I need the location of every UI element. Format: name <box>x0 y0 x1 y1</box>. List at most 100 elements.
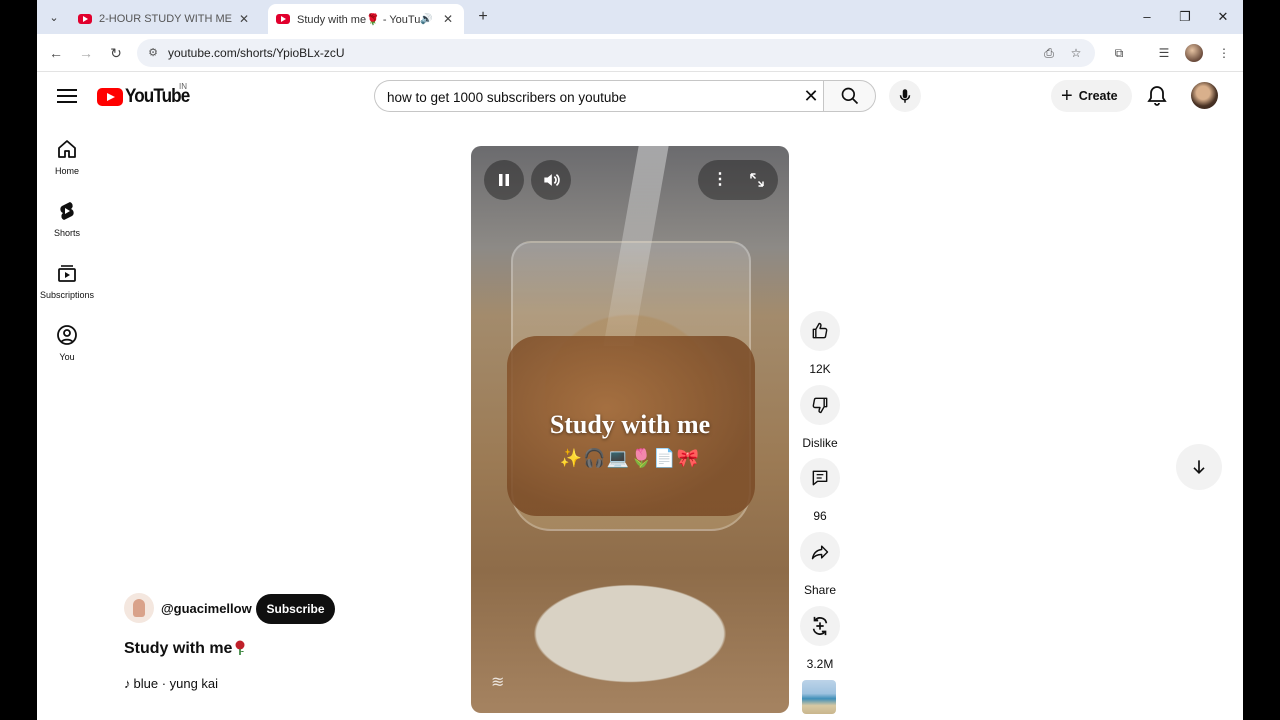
sidebar-item-you[interactable]: You <box>37 323 97 362</box>
browser-menu-icon[interactable]: ⋮ <box>1214 43 1234 63</box>
search-icon <box>841 87 858 105</box>
tab-strip: ⌄ 2-HOUR STUDY WITH ME | Rel ✕ Study wit… <box>37 0 1243 34</box>
browser-window: ⌄ 2-HOUR STUDY WITH ME | Rel ✕ Study wit… <box>37 0 1243 720</box>
sidebar-item-shorts[interactable]: Shorts <box>37 199 97 238</box>
browser-tab-inactive[interactable]: 2-HOUR STUDY WITH ME | Rel ✕ <box>70 4 260 34</box>
speaker-icon[interactable]: 🔊 <box>420 14 434 25</box>
capcut-watermark-icon: ≋ <box>491 674 505 691</box>
media-controls-icon[interactable]: ☰ <box>1154 43 1174 63</box>
search-box[interactable]: ✕ <box>374 80 825 112</box>
dislike-label: Dislike <box>802 436 838 450</box>
comments-button[interactable] <box>800 458 840 498</box>
sidebar-item-subscriptions[interactable]: Subscriptions <box>37 261 97 300</box>
profile-avatar[interactable] <box>1185 44 1203 62</box>
youtube-masthead: YouTube IN ✕ + Create <box>37 72 1243 120</box>
tab-close-icon[interactable]: ✕ <box>236 12 252 26</box>
search-button[interactable] <box>823 80 876 112</box>
subscribe-button[interactable]: Subscribe <box>256 594 335 624</box>
sidebar-item-label: You <box>59 352 75 362</box>
remix-action[interactable]: 3.2M <box>800 606 840 671</box>
fullscreen-icon[interactable] <box>748 171 766 189</box>
bookmark-star-icon[interactable]: ☆ <box>1067 44 1085 62</box>
comments-action[interactable]: 96 <box>800 458 840 523</box>
share-button[interactable] <box>800 532 840 572</box>
back-button[interactable]: ← <box>45 42 67 64</box>
share-action[interactable]: Share <box>800 532 840 597</box>
notifications-bell-icon[interactable] <box>1145 84 1169 108</box>
subscriptions-icon <box>58 265 76 282</box>
channel-handle[interactable]: @guacimellow <box>161 601 252 616</box>
plus-icon: + <box>1061 85 1073 107</box>
pause-icon <box>499 174 509 186</box>
tab-close-icon[interactable]: ✕ <box>440 12 456 26</box>
microphone-icon <box>899 89 911 103</box>
install-app-icon[interactable]: ⎙ <box>1040 44 1058 62</box>
youtube-favicon-icon <box>78 14 92 24</box>
user-avatar[interactable] <box>1191 82 1218 109</box>
arrow-down-icon <box>1193 460 1205 475</box>
sidebar-item-home[interactable]: Home <box>37 137 97 176</box>
player-menu-group: ⋮ <box>698 160 778 200</box>
comment-icon <box>812 470 828 486</box>
address-bar[interactable]: ⚙ youtube.com/shorts/YpioBLx-zcU ⎙ ☆ <box>137 39 1095 67</box>
sidebar-item-label: Home <box>54 166 79 176</box>
dislike-action[interactable]: Dislike <box>800 385 840 450</box>
sidebar-item-label: Subscriptions <box>39 290 95 300</box>
shorts-icon <box>60 202 74 220</box>
url-text[interactable]: youtube.com/shorts/YpioBLx-zcU <box>168 46 345 60</box>
video-overlay-emoji: ✨🎧💻🌷📄🎀 <box>559 448 701 468</box>
video-title[interactable]: Study with me <box>124 640 246 658</box>
remix-thumbnail[interactable] <box>802 680 836 714</box>
volume-icon <box>544 173 560 187</box>
new-tab-button[interactable]: + <box>473 7 493 27</box>
channel-avatar[interactable] <box>124 593 154 623</box>
music-title: blue · yung kai <box>133 676 219 691</box>
youtube-logo[interactable]: YouTube IN <box>97 82 196 108</box>
browser-tab-active[interactable]: Study with me🌹 - YouTube 🔊 ✕ <box>268 4 464 34</box>
search-input[interactable] <box>387 87 787 107</box>
tab-search-button[interactable]: ⌄ <box>43 6 65 28</box>
create-button[interactable]: + Create <box>1051 80 1132 112</box>
clear-search-icon[interactable]: ✕ <box>800 85 822 107</box>
more-options-icon[interactable]: ⋮ <box>712 169 728 189</box>
like-button[interactable] <box>800 311 840 351</box>
video-title-text: Study with me <box>124 640 233 657</box>
comment-count: 96 <box>813 509 827 523</box>
youtube-play-icon <box>97 88 123 106</box>
like-action[interactable]: 12K <box>800 311 840 376</box>
dislike-button[interactable] <box>800 385 840 425</box>
close-window-button[interactable]: ✕ <box>1211 6 1235 28</box>
extensions-icon[interactable]: ⧉ <box>1109 43 1129 63</box>
sidebar-item-label: Shorts <box>53 228 80 238</box>
tab-title: Study with me🌹 - YouTube <box>297 13 420 26</box>
shorts-video-player[interactable]: ⋮ Study with me ✨🎧💻🌷📄🎀 ≋ <box>471 146 789 713</box>
music-note-icon: ♪ <box>124 676 131 691</box>
share-label: Share <box>803 583 837 597</box>
music-link[interactable]: ♪ blue · yung kai <box>124 676 218 691</box>
site-info-icon[interactable]: ⚙ <box>145 45 161 61</box>
remix-count: 3.2M <box>806 657 834 671</box>
create-label: Create <box>1078 89 1118 103</box>
guide-menu-icon[interactable] <box>57 85 77 107</box>
browser-toolbar: ← → ↻ ⚙ youtube.com/shorts/YpioBLx-zcU ⎙… <box>37 34 1243 72</box>
like-count: 12K <box>809 362 831 376</box>
next-video-button[interactable] <box>1176 444 1222 490</box>
thumbs-up-icon <box>812 322 828 339</box>
home-icon <box>58 140 76 158</box>
thumbs-down-icon <box>812 397 828 414</box>
mute-button[interactable] <box>531 160 571 200</box>
remix-button[interactable] <box>800 606 840 646</box>
youtube-favicon-icon <box>276 14 290 24</box>
voice-search-button[interactable] <box>889 80 921 112</box>
remix-icon <box>812 616 828 636</box>
you-icon <box>57 325 77 345</box>
country-code: IN <box>179 82 187 91</box>
minimize-button[interactable]: – <box>1135 6 1159 28</box>
forward-button[interactable]: → <box>75 42 97 64</box>
pause-button[interactable] <box>484 160 524 200</box>
reload-button[interactable]: ↻ <box>105 42 127 64</box>
restore-button[interactable]: ❐ <box>1173 6 1197 28</box>
tab-title: 2-HOUR STUDY WITH ME | Rel <box>99 13 236 25</box>
share-icon <box>811 545 829 560</box>
rose-emoji-icon <box>235 640 245 655</box>
